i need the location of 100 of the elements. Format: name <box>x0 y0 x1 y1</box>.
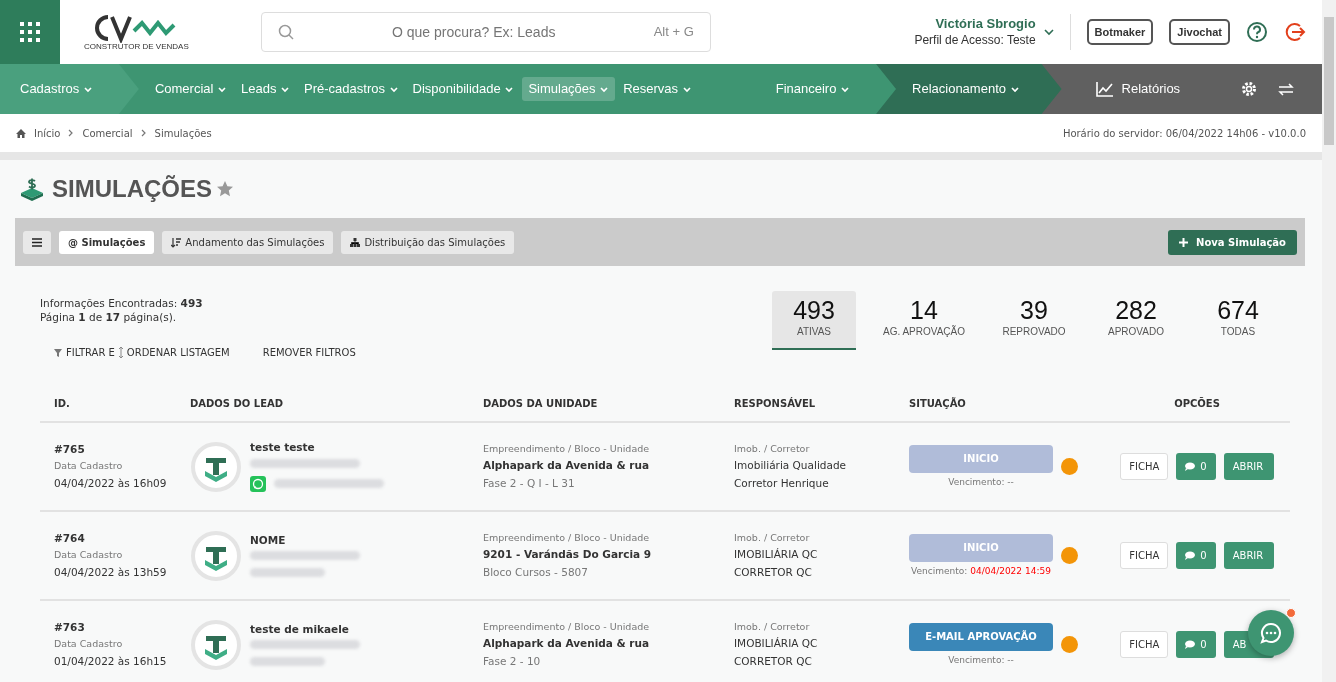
apps-menu-icon[interactable] <box>20 22 40 42</box>
status-filter-tab[interactable]: 39 REPROVADO <box>992 291 1076 350</box>
plus-icon <box>1179 237 1189 247</box>
chevron-down-icon <box>82 85 93 94</box>
nav-menu-item[interactable]: Pré-cadastros <box>298 76 405 102</box>
responsible-label: Imob. / Corretor <box>734 531 811 545</box>
reports-link[interactable]: Relatórios <box>1089 76 1187 102</box>
open-button[interactable]: ABRIR <box>1223 453 1274 480</box>
comments-button[interactable]: 0 <box>1176 631 1216 658</box>
chat-icon <box>1260 622 1282 644</box>
nav-menu-item[interactable]: Leads <box>235 76 297 102</box>
avatar-icon <box>190 529 242 582</box>
page-title: SIMULAÇÕES <box>52 177 212 201</box>
shortcut-hint: Alt + G <box>653 23 694 41</box>
column-header: DADOS DO LEAD <box>190 396 285 410</box>
development-name: Alphapark da Avenida & rua <box>483 637 651 651</box>
status-filter-tab[interactable]: 14 AG. APROVAÇÃO <box>874 291 974 350</box>
simulation-id: #763 <box>54 620 86 635</box>
search-bar[interactable]: O que procura? Ex: Leads Alt + G <box>260 12 711 52</box>
comments-icon <box>1185 551 1197 560</box>
open-button[interactable]: ABRIR <box>1223 542 1274 569</box>
comments-button[interactable]: 0 <box>1176 453 1216 480</box>
remove-filters-link[interactable]: REMOVER FILTROS <box>262 346 356 360</box>
comments-icon <box>1185 462 1197 471</box>
development-name: Alphapark da Avenida & rua <box>483 459 651 473</box>
hierarchy-icon <box>350 237 361 248</box>
notification-dot <box>1286 608 1296 618</box>
chevron-right-icon <box>140 129 147 137</box>
unit-label: Empreendimento / Bloco - Unidade <box>483 442 651 456</box>
responsible-label: Imob. / Corretor <box>734 442 811 456</box>
breadcrumb-link[interactable]: Início <box>34 126 61 140</box>
user-name: Victória Sbrogio <box>934 15 1036 33</box>
help-icon[interactable] <box>1246 21 1268 43</box>
menu-button[interactable] <box>23 230 51 254</box>
column-header: DADOS DA UNIDADE <box>483 396 599 410</box>
chevron-down-icon <box>388 85 399 94</box>
server-time: Horário do servidor: 06/04/2022 14h06 - v10.0.0 <box>1062 126 1306 140</box>
due-date: Vencimento: -- <box>947 654 1015 667</box>
record-button[interactable]: FICHA <box>1120 542 1169 569</box>
date-label: Data Cadastro <box>54 638 124 651</box>
status-filter-tab[interactable]: 282 APROVADO <box>1094 291 1178 350</box>
settings-icon[interactable] <box>1240 80 1258 98</box>
sort-icon <box>171 237 182 248</box>
unit-detail: Fase 2 - 10 <box>483 654 542 669</box>
chevron-down-icon <box>280 85 291 94</box>
date-label: Data Cadastro <box>54 549 124 562</box>
filter-link[interactable]: FILTRAR E <box>66 346 115 360</box>
unit-detail: Fase 2 - Q I - L 31 <box>483 476 576 491</box>
record-button[interactable]: FICHA <box>1120 453 1169 480</box>
tab[interactable]: @ Simulações <box>59 230 155 254</box>
tab[interactable]: Distribuição das Simulações <box>341 230 515 254</box>
new-simulation-button[interactable]: Nova Simulação <box>1168 229 1297 255</box>
simulation-id: #764 <box>54 531 86 546</box>
agency-name: Imobiliária Qualidade <box>734 459 848 473</box>
scrollbar[interactable] <box>1322 0 1336 682</box>
nav-menu-item[interactable]: Financeiro <box>769 76 857 102</box>
menu-icon <box>32 238 42 247</box>
logout-icon[interactable] <box>1284 21 1306 43</box>
unit-label: Empreendimento / Bloco - Unidade <box>483 531 651 545</box>
lead-name: teste de mikaele <box>250 622 350 637</box>
swap-arrows-icon[interactable] <box>1278 82 1294 96</box>
registration-date: 04/04/2022 às 16h09 <box>54 476 168 491</box>
status-button[interactable]: E-MAIL APROVAÇÃO <box>909 622 1053 651</box>
column-header: ID. <box>53 396 71 410</box>
chevron-down-icon[interactable] <box>1043 28 1054 36</box>
avatar-icon <box>190 618 242 671</box>
search-input[interactable]: O que procura? Ex: Leads <box>323 21 624 43</box>
nav-menu-item[interactable]: Comercial <box>148 76 233 102</box>
line-chart-icon <box>1095 81 1114 97</box>
unit-label: Empreendimento / Bloco - Unidade <box>483 620 651 634</box>
nav-menu-item[interactable]: Disponibilidade <box>406 76 521 102</box>
sort-arrows-icon <box>117 347 124 359</box>
status-dot <box>1061 636 1078 653</box>
due-date: Vencimento: 04/04/2022 14:59 <box>910 565 1052 578</box>
date-label: Data Cadastro <box>54 460 124 473</box>
broker-name: CORRETOR QC <box>734 565 813 580</box>
star-icon[interactable] <box>216 180 234 198</box>
agency-name: IMOBILIÁRIA QC <box>734 548 819 562</box>
chat-button[interactable] <box>1248 610 1294 656</box>
sort-link[interactable]: ORDENAR LISTAGEM <box>126 346 230 360</box>
lead-name: teste teste <box>250 441 316 455</box>
record-button[interactable]: FICHA <box>1120 631 1169 658</box>
chevron-down-icon <box>840 85 851 94</box>
comments-icon <box>1185 640 1197 649</box>
breadcrumb-link[interactable]: Simulações <box>154 126 212 140</box>
page-info: Página 1 de 17 página(s). <box>40 310 178 325</box>
money-stack-icon <box>20 177 44 201</box>
chevron-down-icon <box>217 85 227 94</box>
comments-button[interactable]: 0 <box>1176 542 1216 569</box>
tab[interactable]: Andamento das Simulações <box>162 230 334 254</box>
breadcrumb-link[interactable]: Comercial <box>82 126 133 140</box>
integration-button[interactable]: Jivochat <box>1169 18 1230 46</box>
status-dot <box>1061 547 1078 564</box>
integration-button[interactable]: Botmaker <box>1086 18 1154 46</box>
column-header: RESPONSÁVEL <box>734 396 817 410</box>
nav-menu-item[interactable]: Reservas <box>617 76 698 102</box>
scrollbar-thumb[interactable] <box>1324 17 1334 145</box>
chevron-down-icon <box>599 85 610 94</box>
status-filter-tab[interactable]: 674 TODAS <box>1196 291 1280 350</box>
status-filter-tab[interactable]: 493 ATIVAS <box>772 291 856 350</box>
